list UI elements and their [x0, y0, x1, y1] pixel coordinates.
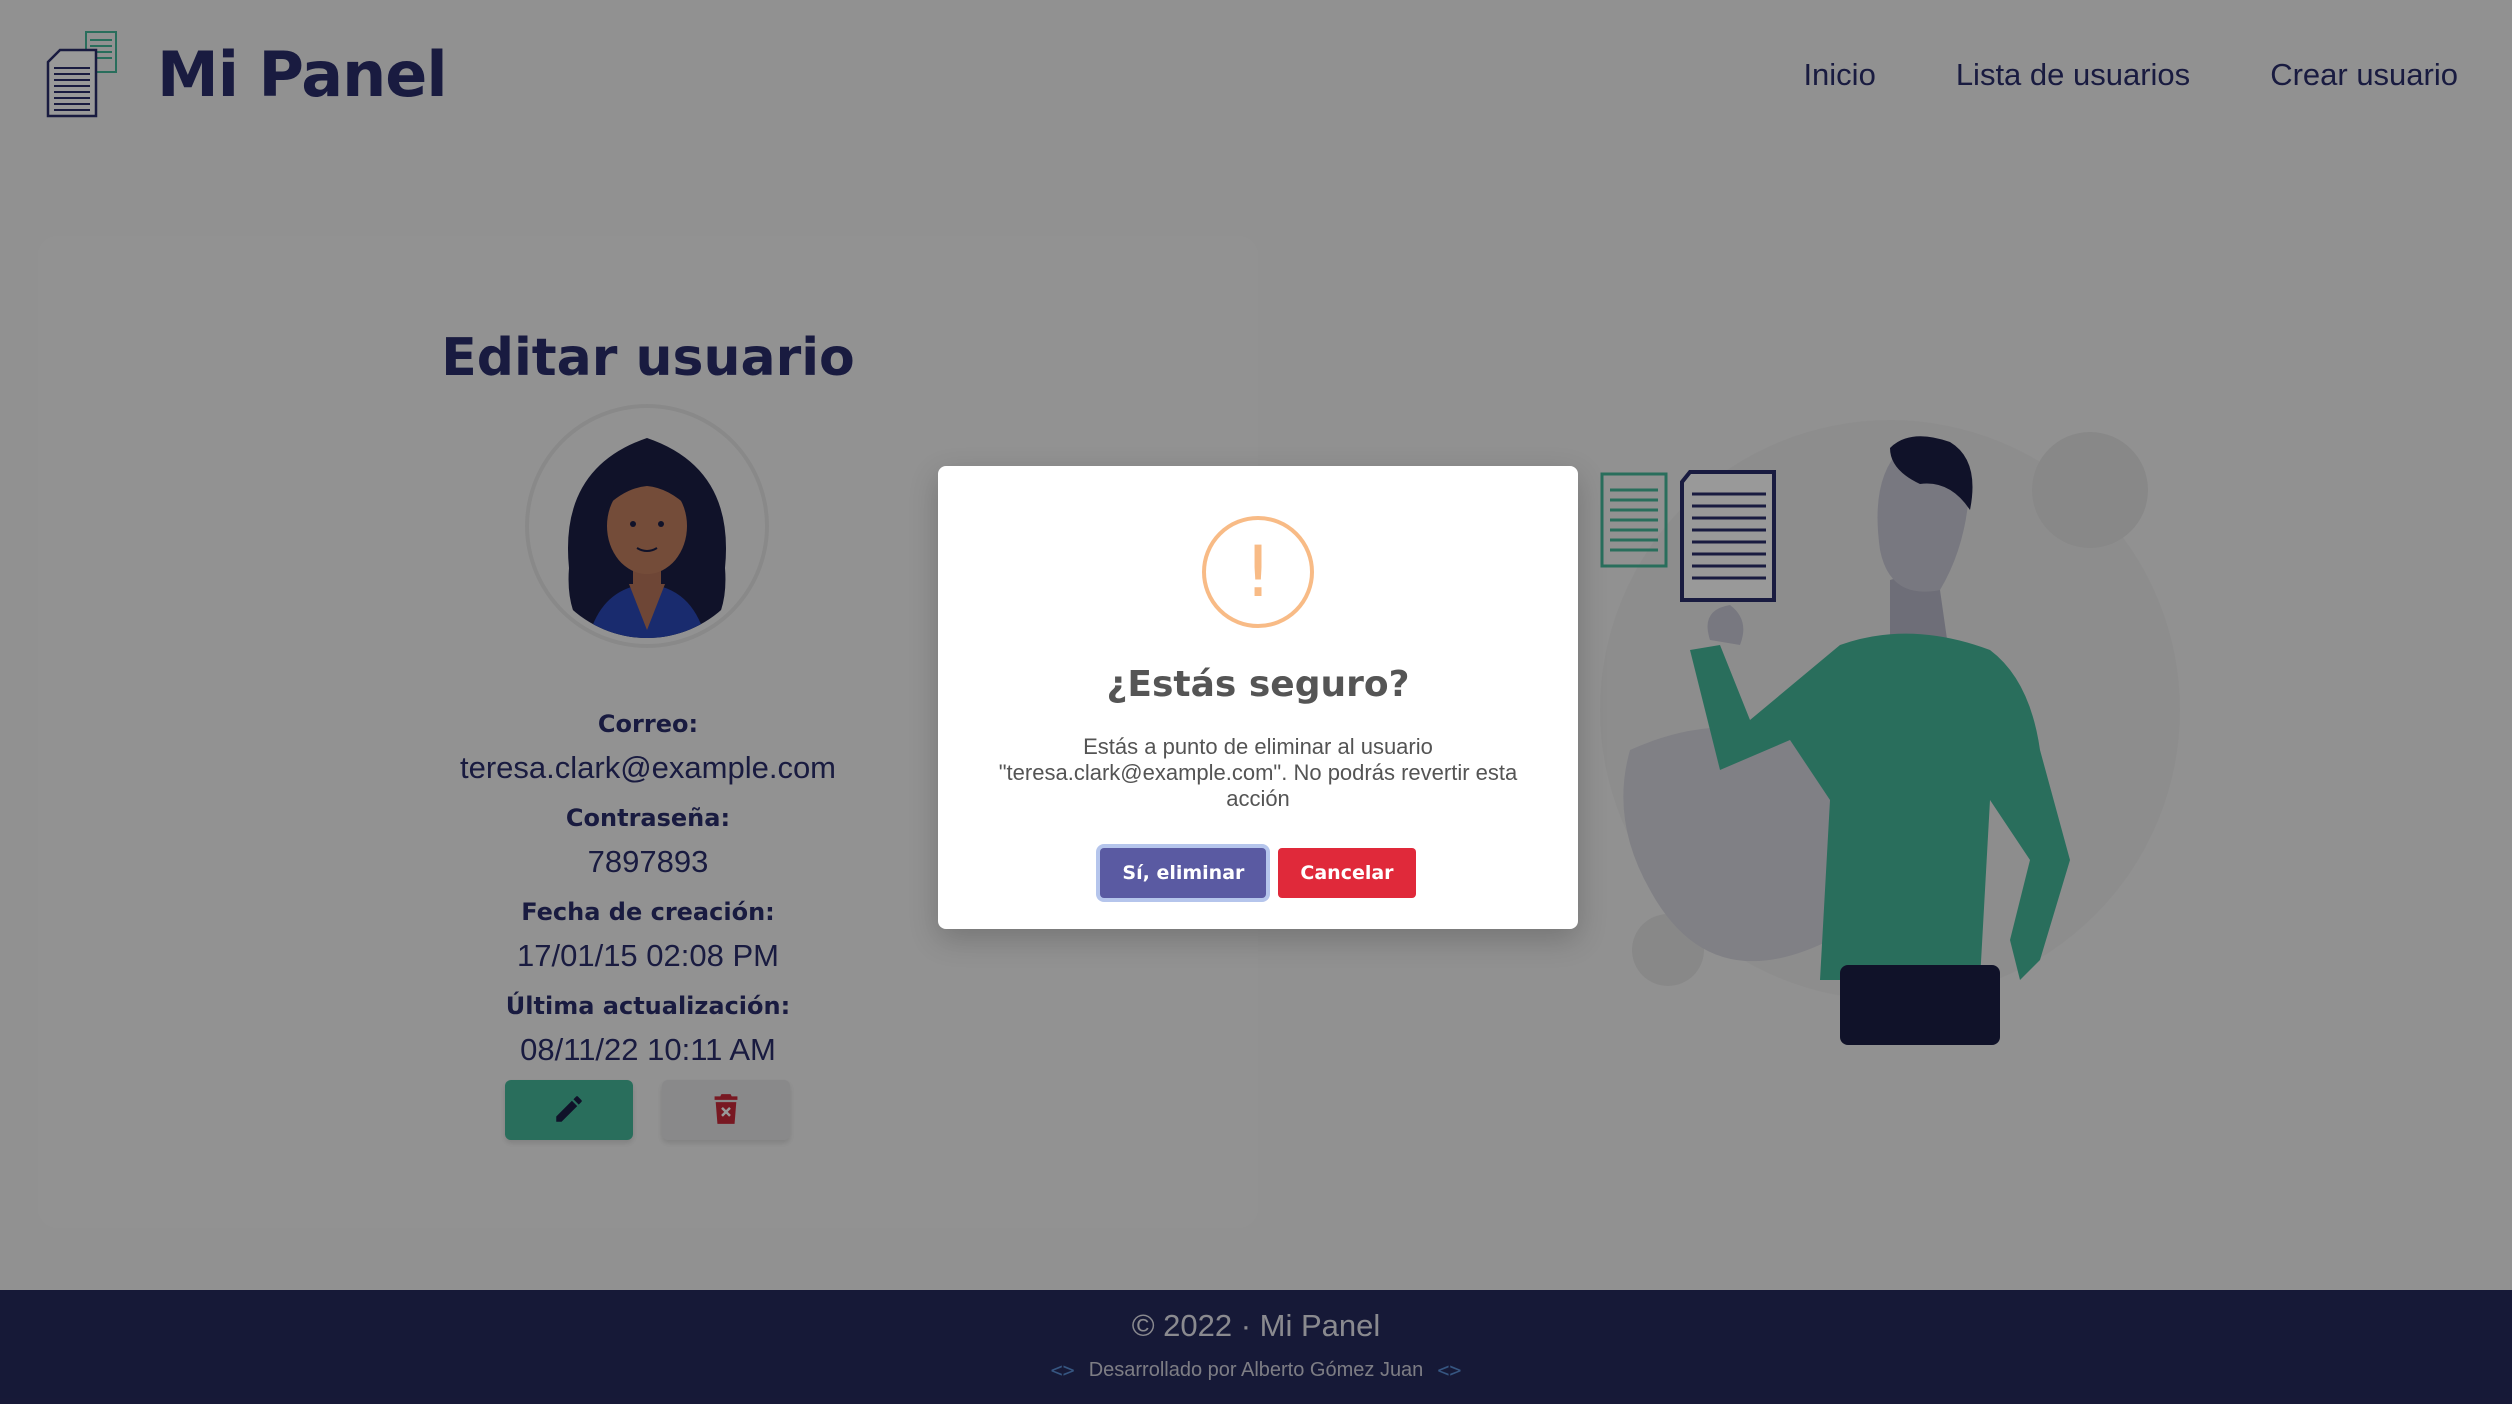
warning-icon: !: [1202, 516, 1314, 628]
dialog-message: Estás a punto de eliminar al usuario "te…: [998, 734, 1518, 811]
confirm-delete-dialog: ! ¿Estás seguro? Estás a punto de elimin…: [938, 466, 1578, 929]
dialog-actions: Sí, eliminar Cancelar: [938, 848, 1578, 898]
cancel-button[interactable]: Cancelar: [1278, 848, 1416, 898]
page: Mi Panel Inicio Lista de usuarios Crear …: [0, 0, 2512, 1404]
confirm-delete-button[interactable]: Sí, eliminar: [1100, 848, 1267, 898]
dialog-title: ¿Estás seguro?: [1106, 664, 1410, 705]
